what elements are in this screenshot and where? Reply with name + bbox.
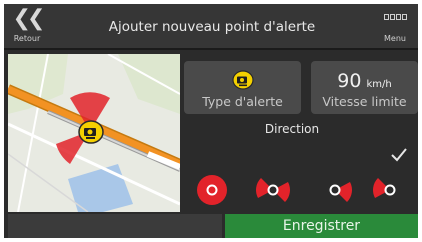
menu-button-label: Menu: [384, 34, 406, 43]
screen: ❮❮ Retour Ajouter nouveau point d'alerte…: [4, 4, 418, 238]
direction-heading: Direction: [264, 122, 320, 136]
direction-option-all[interactable]: [184, 170, 240, 210]
speed-limit-label: Vitesse limite: [322, 94, 407, 109]
two-sided-direction-icon: [256, 178, 290, 202]
header-divider: [4, 48, 418, 50]
speed-limit-button[interactable]: 90 km/h Vitesse limite: [311, 61, 418, 114]
menu-button[interactable]: Menu: [372, 4, 418, 48]
alert-type-button[interactable]: Type d'alerte: [184, 61, 301, 114]
single-direction-icon: [329, 182, 352, 202]
map-view[interactable]: [8, 54, 180, 212]
circle-target-icon: [197, 175, 227, 205]
back-button-label: Retour: [13, 34, 41, 43]
direction-options: [184, 170, 418, 210]
speed-camera-icon: [232, 70, 254, 90]
direction-option-forward[interactable]: [304, 170, 360, 210]
back-button[interactable]: ❮❮ Retour: [4, 4, 50, 48]
speed-unit: km/h: [366, 79, 392, 90]
direction-option-both[interactable]: [245, 170, 301, 210]
header-bar: ❮❮ Retour Ajouter nouveau point d'alerte…: [4, 4, 418, 48]
page-title: Ajouter nouveau point d'alerte: [108, 19, 316, 35]
menu-grid-icon: [384, 14, 408, 22]
single-direction-reverse-icon: [373, 178, 396, 198]
footer-spacer: [8, 214, 222, 238]
checkmark-icon: [391, 148, 407, 162]
save-button[interactable]: Enregistrer: [225, 214, 418, 238]
alert-type-label: Type d'alerte: [202, 94, 283, 109]
speed-number: 90: [337, 70, 362, 92]
direction-option-reverse[interactable]: [362, 170, 418, 210]
double-chevron-left-icon: ❮❮: [12, 6, 46, 31]
speed-camera-marker-icon: [78, 120, 104, 144]
speed-limit-value: 90 km/h: [311, 70, 418, 92]
